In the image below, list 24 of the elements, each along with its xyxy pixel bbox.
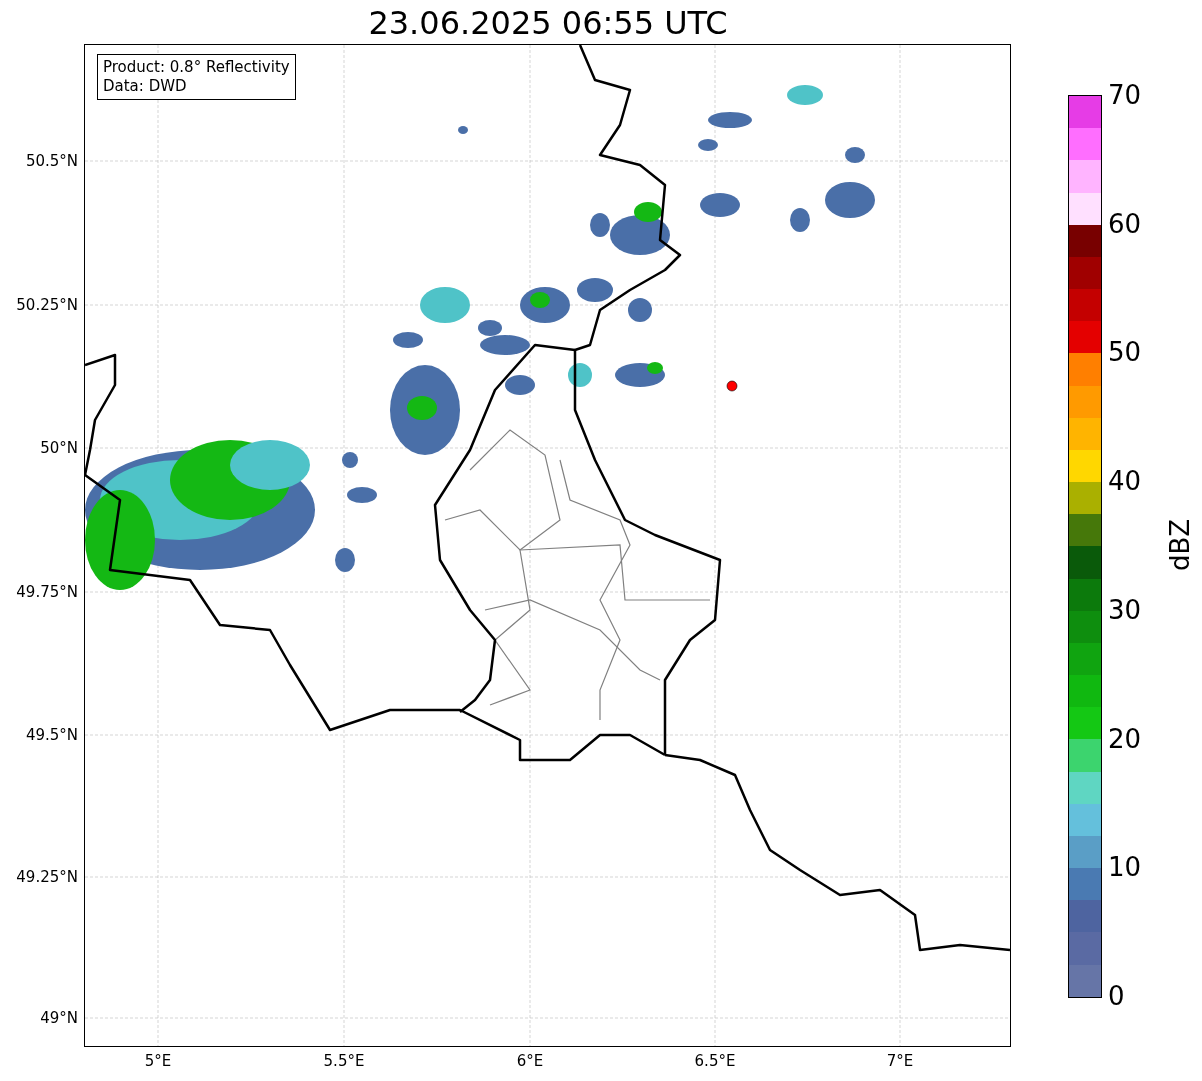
colorbar-tick-label: 70 xyxy=(1108,80,1142,110)
latitude-label: 49.75°N xyxy=(16,582,78,602)
info-line: Data: DWD xyxy=(103,77,188,96)
colorbar-tick-label: 0 xyxy=(1108,981,1125,1011)
chart-title: 23.06.2025 06:55 UTC xyxy=(367,4,729,42)
latitude-label: 49°N xyxy=(40,1008,78,1028)
colorbar-label: dBZ xyxy=(1165,517,1195,574)
colorbar-tick-label: 40 xyxy=(1108,466,1142,497)
latitude-label: 50.25°N xyxy=(16,295,78,315)
latitude-label: 50°N xyxy=(40,438,78,458)
colorbar-tick-label: 50 xyxy=(1108,337,1142,368)
longitude-label: 6°E xyxy=(515,1052,545,1070)
latitude-label: 49.5°N xyxy=(25,725,78,745)
colorbar-tick-label: 60 xyxy=(1108,208,1142,239)
latitude-label: 50.5°N xyxy=(25,151,78,171)
info-line: Product: 0.8° Reflectivity xyxy=(103,58,290,77)
longitude-label: 6.5°E xyxy=(693,1052,737,1070)
longitude-label: 5°E xyxy=(143,1052,173,1070)
longitude-label: 5.5°E xyxy=(322,1052,366,1070)
colorbar-tick-label: 10 xyxy=(1108,852,1142,883)
latitude-label: 49.25°N xyxy=(16,867,78,887)
colorbar-tick-label: 20 xyxy=(1108,723,1142,754)
colorbar-tick-label: 30 xyxy=(1108,594,1142,625)
longitude-label: 7°E xyxy=(885,1052,915,1070)
